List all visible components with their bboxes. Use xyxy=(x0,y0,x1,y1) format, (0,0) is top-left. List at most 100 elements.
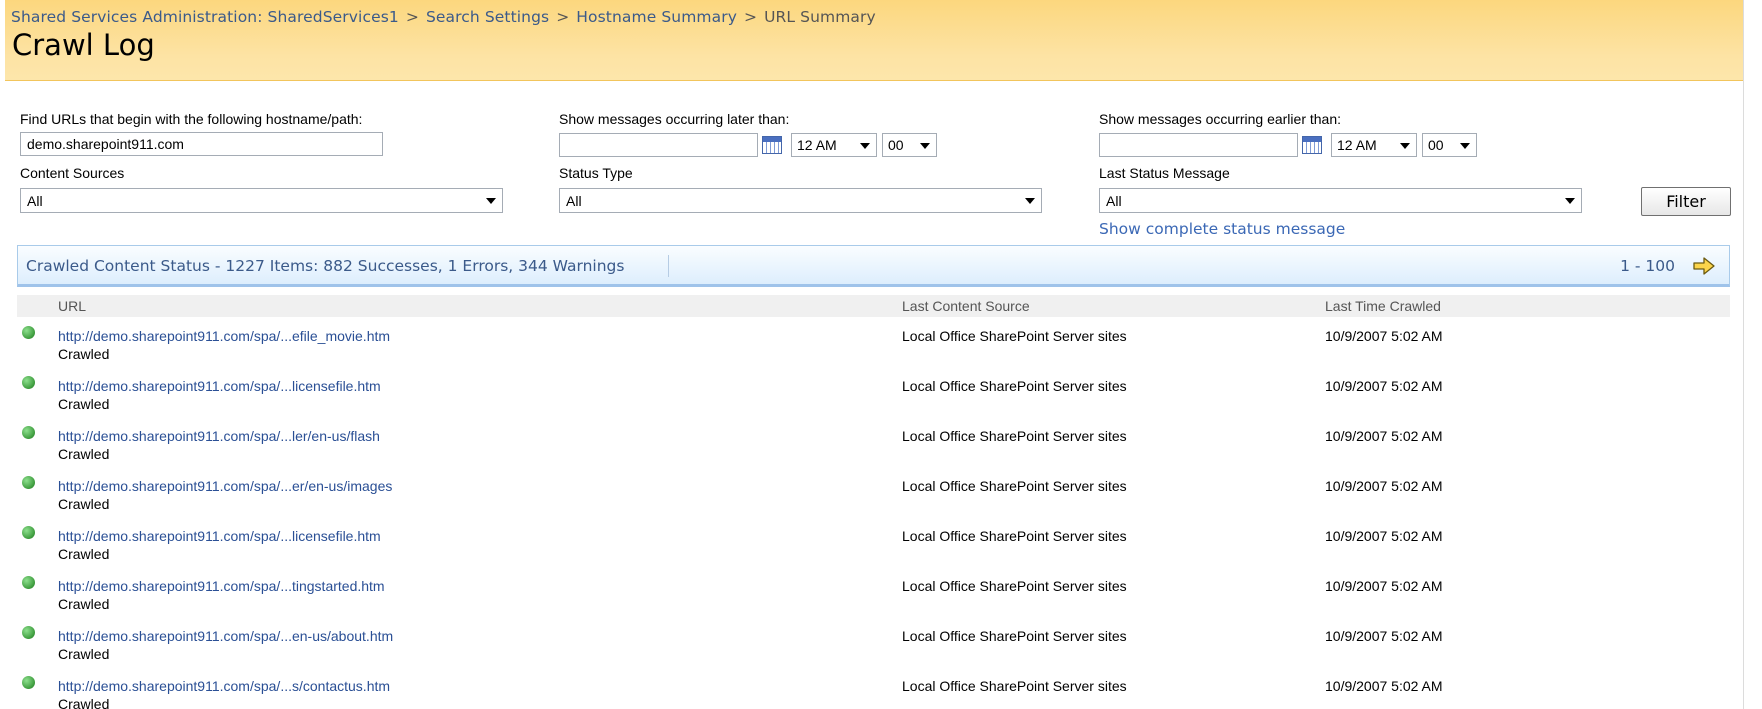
chevron-down-icon xyxy=(1565,198,1575,204)
crawl-status-text: Crawled xyxy=(58,446,110,462)
paging-range: 1 - 100 xyxy=(1620,257,1675,275)
chevron-down-icon xyxy=(920,143,930,149)
chevron-down-icon xyxy=(1400,143,1410,149)
filter-button[interactable]: Filter xyxy=(1641,187,1731,216)
url-link[interactable]: http://demo.sharepoint911.com/spa/...efi… xyxy=(58,328,390,344)
url-link[interactable]: http://demo.sharepoint911.com/spa/...lic… xyxy=(58,378,381,394)
success-status-icon xyxy=(22,676,35,689)
column-header-last-time-crawled[interactable]: Last Time Crawled xyxy=(1325,298,1441,314)
earlier-hour-select[interactable]: 12 AM xyxy=(1331,133,1417,157)
crawl-log-header-row: URL Last Content Source Last Time Crawle… xyxy=(17,295,1730,317)
last-status-select[interactable]: All xyxy=(1099,188,1582,213)
crawl-status-text: Crawled xyxy=(58,696,110,709)
breadcrumb-item-search-settings[interactable]: Search Settings xyxy=(426,8,549,26)
last-crawled-cell: 10/9/2007 5:02 AM xyxy=(1325,378,1443,394)
crawl-status-text: Crawled xyxy=(58,396,110,412)
breadcrumb-item-hostname-summary[interactable]: Hostname Summary xyxy=(576,8,737,26)
table-row: http://demo.sharepoint911.com/spa/...efi… xyxy=(17,318,1730,368)
success-status-icon xyxy=(22,326,35,339)
last-crawled-cell: 10/9/2007 5:02 AM xyxy=(1325,678,1443,694)
url-link[interactable]: http://demo.sharepoint911.com/spa/...s/c… xyxy=(58,678,390,694)
hostname-label: Find URLs that begin with the following … xyxy=(20,111,363,127)
content-source-cell: Local Office SharePoint Server sites xyxy=(902,478,1127,494)
crawl-status-text: Crawled xyxy=(58,546,110,562)
status-type-selected: All xyxy=(566,193,582,209)
calendar-icon[interactable] xyxy=(762,136,782,154)
table-row: http://demo.sharepoint911.com/spa/...en-… xyxy=(17,618,1730,668)
calendar-icon[interactable] xyxy=(1302,136,1322,154)
last-status-label: Last Status Message xyxy=(1099,165,1230,181)
page-title: Crawl Log xyxy=(12,28,155,62)
breadcrumb-item-shared-services[interactable]: Shared Services Administration: SharedSe… xyxy=(11,8,399,26)
url-link[interactable]: http://demo.sharepoint911.com/spa/...tin… xyxy=(58,578,385,594)
content-source-cell: Local Office SharePoint Server sites xyxy=(902,428,1127,444)
table-row: http://demo.sharepoint911.com/spa/...er/… xyxy=(17,468,1730,518)
content-sources-selected: All xyxy=(27,193,43,209)
breadcrumb-separator: > xyxy=(405,8,419,26)
status-type-select[interactable]: All xyxy=(559,188,1042,213)
crawl-log-list: http://demo.sharepoint911.com/spa/...efi… xyxy=(17,318,1730,709)
success-status-icon xyxy=(22,626,35,639)
later-than-label: Show messages occurring later than: xyxy=(559,111,790,127)
table-row: http://demo.sharepoint911.com/spa/...ler… xyxy=(17,418,1730,468)
content-sources-select[interactable]: All xyxy=(20,188,503,213)
breadcrumb-separator: > xyxy=(743,8,758,26)
last-crawled-cell: 10/9/2007 5:02 AM xyxy=(1325,578,1443,594)
breadcrumb-separator: > xyxy=(556,8,570,26)
url-link[interactable]: http://demo.sharepoint911.com/spa/...en-… xyxy=(58,628,393,644)
column-header-last-content-source[interactable]: Last Content Source xyxy=(902,298,1030,314)
later-date-input[interactable] xyxy=(559,133,758,157)
crawl-status-text: Crawled xyxy=(58,496,110,512)
content-source-cell: Local Office SharePoint Server sites xyxy=(902,378,1127,394)
toolbar-divider xyxy=(668,255,669,277)
success-status-icon xyxy=(22,476,35,489)
next-page-arrow-icon[interactable] xyxy=(1691,255,1717,277)
last-crawled-cell: 10/9/2007 5:02 AM xyxy=(1325,628,1443,644)
url-link[interactable]: http://demo.sharepoint911.com/spa/...er/… xyxy=(58,478,392,494)
table-row: http://demo.sharepoint911.com/spa/...lic… xyxy=(17,518,1730,568)
table-row: http://demo.sharepoint911.com/spa/...lic… xyxy=(17,368,1730,418)
later-hour-select[interactable]: 12 AM xyxy=(791,133,877,157)
table-row: http://demo.sharepoint911.com/spa/...s/c… xyxy=(17,668,1730,709)
content-source-cell: Local Office SharePoint Server sites xyxy=(902,578,1127,594)
content-source-cell: Local Office SharePoint Server sites xyxy=(902,528,1127,544)
last-crawled-cell: 10/9/2007 5:02 AM xyxy=(1325,528,1443,544)
success-status-icon xyxy=(22,426,35,439)
last-status-selected: All xyxy=(1106,193,1122,209)
success-status-icon xyxy=(22,576,35,589)
crawl-status-text: Crawled xyxy=(58,596,110,612)
crawled-content-status-bar: Crawled Content Status - 1227 Items: 882… xyxy=(17,245,1730,287)
crawl-log-page: Shared Services Administration: SharedSe… xyxy=(0,0,1744,709)
earlier-minute-value: 00 xyxy=(1428,137,1444,153)
table-row: http://demo.sharepoint911.com/spa/...tin… xyxy=(17,568,1730,618)
success-status-icon xyxy=(22,376,35,389)
content-source-cell: Local Office SharePoint Server sites xyxy=(902,678,1127,694)
chevron-down-icon xyxy=(1025,198,1035,204)
crawl-status-text: Crawled xyxy=(58,646,110,662)
chevron-down-icon xyxy=(860,143,870,149)
earlier-hour-value: 12 AM xyxy=(1337,137,1377,153)
content-source-cell: Local Office SharePoint Server sites xyxy=(902,628,1127,644)
crawl-status-text: Crawled xyxy=(58,346,110,362)
url-link[interactable]: http://demo.sharepoint911.com/spa/...ler… xyxy=(58,428,380,444)
column-header-url[interactable]: URL xyxy=(58,298,86,314)
url-link[interactable]: http://demo.sharepoint911.com/spa/...lic… xyxy=(58,528,381,544)
last-crawled-cell: 10/9/2007 5:02 AM xyxy=(1325,428,1443,444)
later-minute-value: 00 xyxy=(888,137,904,153)
last-crawled-cell: 10/9/2007 5:02 AM xyxy=(1325,328,1443,344)
vertical-scrollbar[interactable] xyxy=(1743,0,1762,709)
status-type-label: Status Type xyxy=(559,165,633,181)
show-complete-status-link[interactable]: Show complete status message xyxy=(1099,220,1345,238)
earlier-minute-select[interactable]: 00 xyxy=(1422,133,1477,157)
success-status-icon xyxy=(22,526,35,539)
breadcrumb-item-url-summary: URL Summary xyxy=(764,8,876,26)
content-sources-label: Content Sources xyxy=(20,165,125,181)
later-minute-select[interactable]: 00 xyxy=(882,133,937,157)
earlier-than-label: Show messages occurring earlier than: xyxy=(1099,111,1342,127)
breadcrumb: Shared Services Administration: SharedSe… xyxy=(11,8,876,26)
hostname-input[interactable] xyxy=(20,132,383,156)
later-hour-value: 12 AM xyxy=(797,137,837,153)
earlier-date-input[interactable] xyxy=(1099,133,1298,157)
chevron-down-icon xyxy=(1460,143,1470,149)
crawled-content-summary: Crawled Content Status - 1227 Items: 882… xyxy=(26,257,625,275)
